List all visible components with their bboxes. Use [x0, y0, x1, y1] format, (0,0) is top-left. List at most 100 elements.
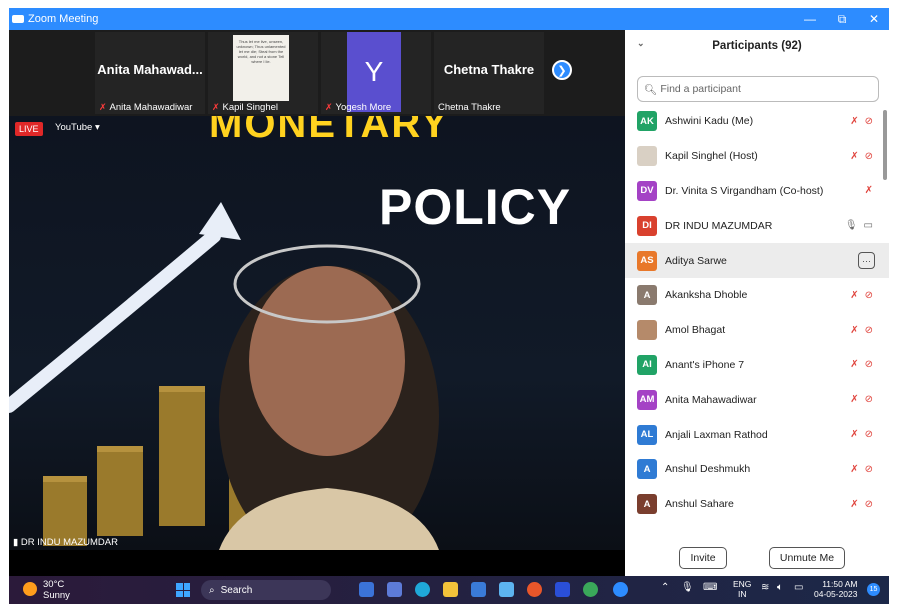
thumbnail-anita[interactable]: Anita Mahawad... ✗ Anita Mahawadiwar — [95, 32, 205, 114]
avatar: AS — [637, 250, 657, 271]
participant-row[interactable]: AK Ashwini Kadu (Me) ✗ ⊘ — [625, 104, 889, 139]
mic-muted-icon: ✗ — [850, 324, 859, 336]
thumbnail-kapil[interactable]: Thus let me live, unseen, unknown; Thus … — [208, 32, 318, 114]
next-page-arrow-button[interactable]: ❯ — [552, 60, 572, 80]
participants-title: Participants (92) — [712, 40, 802, 52]
notification-badge[interactable]: 15 — [867, 583, 880, 596]
participant-row[interactable]: DV Dr. Vinita S Virgandham (Co-host) ✗ — [625, 174, 889, 209]
invite-button[interactable]: Invite — [679, 547, 727, 569]
shared-document-thumbnail: Thus let me live, unseen, unknown; Thus … — [233, 35, 289, 101]
store-app-icon[interactable] — [471, 582, 486, 597]
thumbnail-strip: Anita Mahawad... ✗ Anita Mahawadiwar Thu… — [9, 30, 625, 116]
video-on-icon: ▭ — [863, 220, 873, 232]
search-icon: 🔍︎ — [644, 83, 658, 96]
participants-panel: ⌄ Participants (92) 🔍︎ Find a participan… — [625, 30, 889, 576]
video-off-icon: ⊘ — [864, 289, 873, 301]
participant-name: Ashwini Kadu (Me) — [665, 115, 754, 128]
participant-name: Anita Mahawadiwar — [665, 393, 757, 406]
battery-icon[interactable]: ▭ — [794, 582, 803, 593]
participant-status-icons: ✗ ⊘ — [850, 359, 873, 370]
window-title: Zoom Meeting — [28, 13, 99, 25]
unmute-me-button[interactable]: Unmute Me — [769, 547, 845, 569]
thumbnail-yogesh[interactable]: Y ✗ Yogesh More — [321, 32, 431, 114]
participant-row[interactable]: AL Anjali Laxman Rathod ✗ ⊘ — [625, 417, 889, 452]
mic-muted-icon: ✗ — [850, 394, 859, 406]
keyboard-tray-icon[interactable]: ⌨︎ — [703, 582, 717, 593]
participant-name: Anant's iPhone 7 — [665, 358, 745, 371]
close-button[interactable]: ✕ — [859, 8, 889, 30]
wifi-icon[interactable]: ≋ — [761, 582, 769, 593]
avatar: A — [637, 494, 657, 515]
participant-row[interactable]: DI DR INDU MAZUMDAR 🎙︎ ▭ — [625, 208, 889, 243]
show-hidden-icons-chevron-icon[interactable]: ⌃ — [661, 582, 669, 593]
vpn-app-icon[interactable] — [555, 582, 570, 597]
participant-row[interactable]: A Anshul Sahare ✗ ⊘ — [625, 487, 889, 522]
collapse-chevron-icon[interactable]: ⌄ — [637, 38, 645, 49]
participant-search-input[interactable]: 🔍︎ Find a participant — [637, 76, 879, 102]
thumbnail-big-name: Chetna Thakre — [443, 62, 535, 77]
thumbnail-label: ✗ Yogesh More — [325, 102, 392, 113]
participant-row[interactable]: Kapil Singhel (Host) ✗ ⊘ — [625, 139, 889, 174]
language-indicator[interactable]: ENG IN — [733, 579, 751, 599]
thumbnail-label: Chetna Thakre — [438, 102, 501, 113]
start-button[interactable] — [176, 583, 190, 597]
mic-muted-icon: ✗ — [850, 463, 859, 475]
participant-list-scrollbar[interactable] — [883, 110, 887, 180]
meeting-bottom-bar — [9, 550, 625, 576]
slide-title-top: MONETARY — [209, 116, 450, 146]
whiteboard-app-icon[interactable] — [387, 582, 402, 597]
opera-app-icon[interactable] — [527, 582, 542, 597]
participant-name: Amol Bhagat — [665, 324, 726, 337]
thumbnail-chetna[interactable]: Chetna Thakre Chetna Thakre — [434, 32, 544, 114]
participant-status-icons: ✗ ⊘ — [850, 464, 873, 475]
participant-row[interactable]: AI Anant's iPhone 7 ✗ ⊘ — [625, 348, 889, 383]
avatar: A — [637, 459, 657, 480]
volume-icon[interactable]: 🔈︎ — [777, 582, 783, 593]
chrome-app-icon[interactable] — [583, 582, 598, 597]
taskbar-search-box[interactable]: ⌕ Search — [201, 580, 331, 600]
signal-bars-icon: ▮ — [13, 537, 19, 548]
avatar — [637, 146, 657, 167]
participant-status-icons: ✗ ⊘ — [850, 116, 873, 127]
participant-row[interactable]: AS Aditya Sarwe ··· — [625, 243, 889, 278]
active-speaker-video[interactable]: MONETARY POLICY LIVE YouTube ▾ ▮ DR INDU… — [9, 116, 625, 550]
participant-status-icons: 🎙︎ ▭ — [845, 220, 873, 231]
avatar: AI — [637, 354, 657, 375]
video-off-icon: ⊘ — [864, 324, 873, 336]
participant-status-icons: ✗ ⊘ — [850, 151, 873, 162]
participant-name: Akanksha Dhoble — [665, 289, 748, 302]
zoom-app-icon[interactable] — [613, 582, 628, 597]
restore-button[interactable]: ⧉ — [827, 8, 857, 30]
phone-link-icon[interactable] — [499, 582, 514, 597]
youtube-stream-dropdown[interactable]: YouTube ▾ — [55, 122, 100, 133]
participant-name: Anjali Laxman Rathod — [665, 428, 768, 441]
file-explorer-icon[interactable] — [443, 582, 458, 597]
participant-row[interactable]: Amol Bhagat ✗ ⊘ — [625, 313, 889, 348]
mic-muted-icon: ✗ — [850, 429, 859, 441]
participant-row[interactable]: AM Anita Mahawadiwar ✗ ⊘ — [625, 382, 889, 417]
mic-muted-icon: ✗ — [850, 289, 859, 301]
microphone-tray-icon[interactable]: 🎙︎ — [681, 582, 694, 593]
mic-muted-icon: ✗ — [850, 115, 859, 127]
minimize-button[interactable]: — — [795, 8, 825, 30]
system-clock[interactable]: 11:50 AM 04-05-2023 — [814, 579, 857, 599]
word-app-icon[interactable] — [359, 582, 374, 597]
participant-row[interactable]: A Anshul Deshmukh ✗ ⊘ — [625, 452, 889, 487]
participant-row[interactable]: A Akanksha Dhoble ✗ ⊘ — [625, 278, 889, 313]
thumbnail-label: ✗ Anita Mahawadiwar — [99, 102, 193, 113]
avatar: A — [637, 285, 657, 306]
video-off-icon: ⊘ — [864, 115, 873, 127]
edge-app-icon[interactable] — [415, 582, 430, 597]
speaker-name-label: ▮ DR INDU MAZUMDAR — [13, 537, 118, 548]
avatar — [637, 320, 657, 341]
avatar: AL — [637, 424, 657, 445]
slide-title-main: POLICY — [379, 179, 572, 235]
mic-muted-icon: ✗ — [212, 102, 220, 112]
mic-on-icon: 🎙︎ — [844, 220, 858, 232]
avatar: AM — [637, 389, 657, 410]
participant-status-icons: ✗ ⊘ — [850, 325, 873, 336]
participant-name: DR INDU MAZUMDAR — [665, 219, 773, 232]
mic-muted-icon: ✗ — [850, 150, 859, 162]
more-options-button[interactable]: ··· — [858, 252, 875, 270]
weather-widget[interactable]: 30°C Sunny — [43, 579, 70, 601]
